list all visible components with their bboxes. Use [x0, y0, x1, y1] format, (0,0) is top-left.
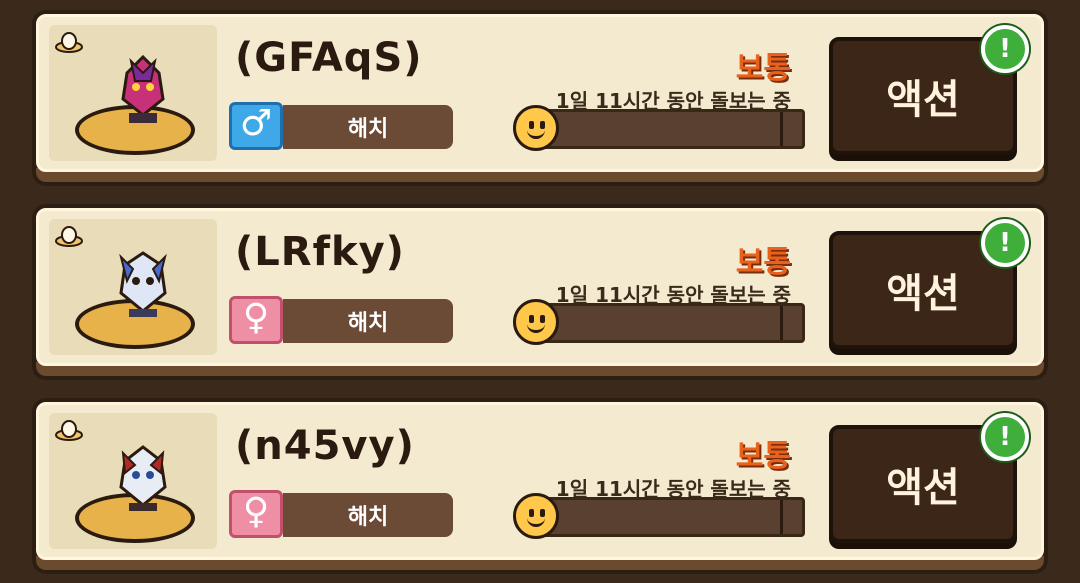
female-gender-badge: ♀	[229, 490, 283, 538]
alert-icon[interactable]: !	[981, 413, 1029, 461]
creature-sprite	[121, 54, 165, 123]
card-body: (n45vy) ♀ 해치 보통 1일 11시간 동안 돌보는 중 액션 !	[36, 402, 1044, 560]
progress-marker	[780, 112, 783, 146]
creature-sprite	[119, 251, 167, 317]
alert-icon[interactable]: !	[981, 219, 1029, 267]
female-icon: ♀	[242, 491, 270, 532]
egg-icon	[55, 420, 83, 441]
mood-label: 보통	[735, 245, 791, 280]
creature-sprite	[119, 445, 167, 511]
status-label: 해치	[283, 299, 453, 343]
status-label: 해치	[283, 493, 453, 537]
progress-marker	[780, 500, 783, 534]
egg-icon	[55, 32, 83, 53]
male-gender-badge: ♂	[229, 102, 283, 150]
progress-marker	[780, 306, 783, 340]
mood-label: 보통	[735, 51, 791, 86]
care-progress-bar	[529, 109, 805, 149]
pet-card: (LRfky) ♀ 해치 보통 1일 11시간 동안 돌보는 중 액션 !	[32, 204, 1048, 380]
pet-portrait[interactable]	[49, 413, 217, 549]
smiley-face-icon	[513, 493, 559, 539]
smiley-face-icon	[513, 105, 559, 151]
pet-card: (GFAqS) ♂ 해치 보통 1일 11시간 동안 돌보는 중 액션 !	[32, 10, 1048, 186]
care-progress-bar	[529, 497, 805, 537]
pet-name: (n45vy)	[235, 423, 415, 469]
care-progress-bar	[529, 303, 805, 343]
pet-portrait[interactable]	[49, 25, 217, 161]
female-icon: ♀	[242, 297, 270, 338]
card-body: (GFAqS) ♂ 해치 보통 1일 11시간 동안 돌보는 중 액션 !	[36, 14, 1044, 172]
male-icon: ♂	[239, 103, 273, 144]
mood-label: 보통	[735, 439, 791, 474]
alert-icon[interactable]: !	[981, 25, 1029, 73]
pet-name: (GFAqS)	[235, 35, 423, 81]
pet-card: (n45vy) ♀ 해치 보통 1일 11시간 동안 돌보는 중 액션 !	[32, 398, 1048, 574]
card-body: (LRfky) ♀ 해치 보통 1일 11시간 동안 돌보는 중 액션 !	[36, 208, 1044, 366]
egg-icon	[55, 226, 83, 247]
status-label: 해치	[283, 105, 453, 149]
female-gender-badge: ♀	[229, 296, 283, 344]
pet-name: (LRfky)	[235, 229, 405, 275]
pet-portrait[interactable]	[49, 219, 217, 355]
smiley-face-icon	[513, 299, 559, 345]
